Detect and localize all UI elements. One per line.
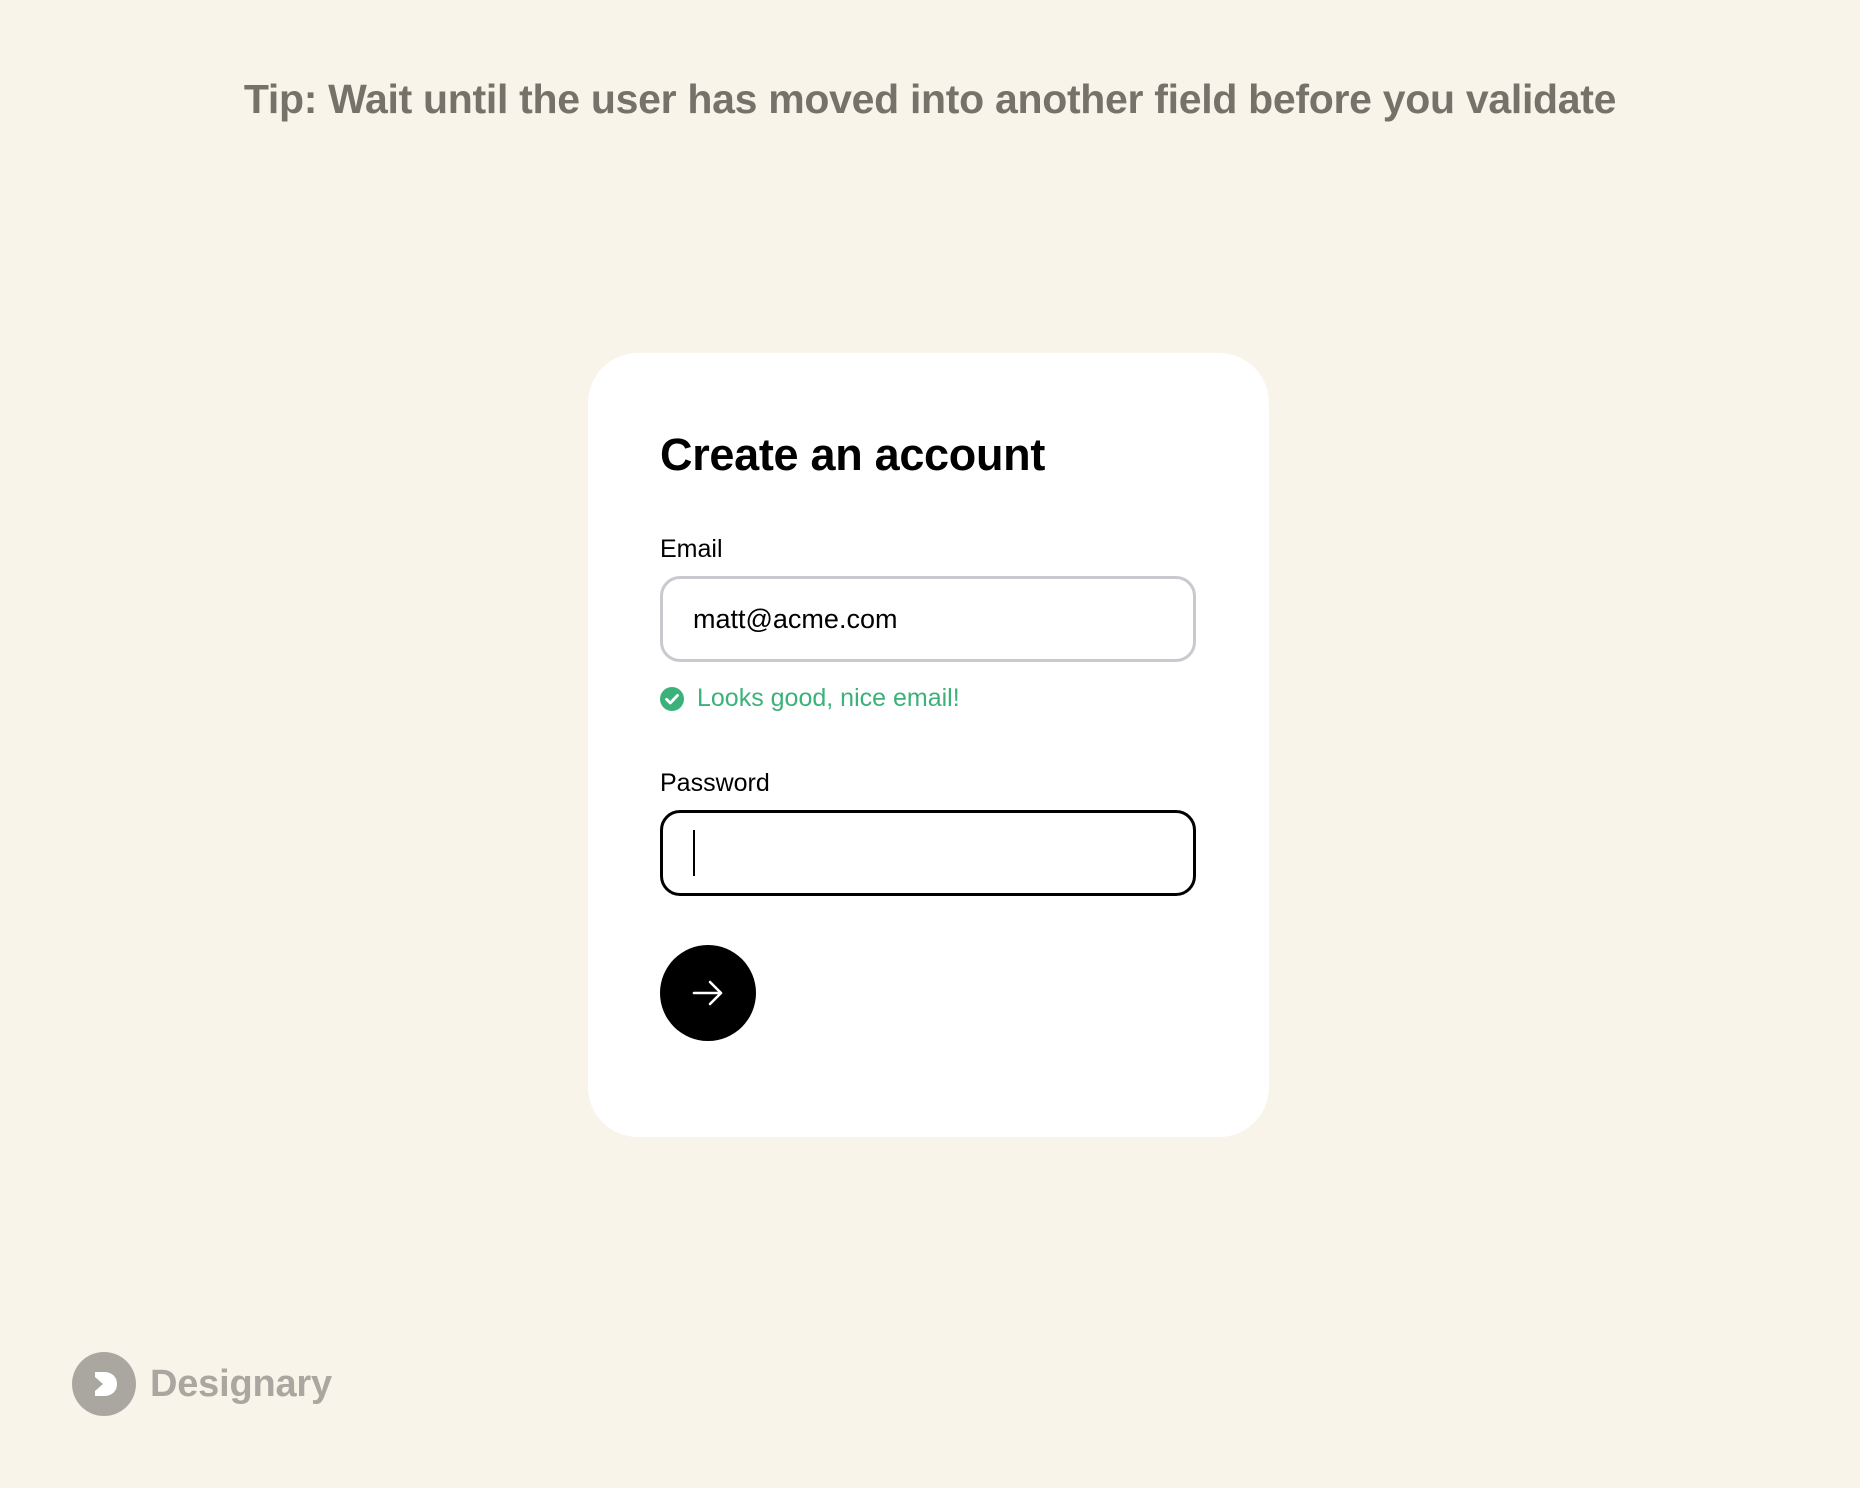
password-label: Password [660, 769, 770, 797]
create-account-card: Create an account Email matt@acme.com Lo… [588, 353, 1269, 1137]
arrow-right-icon [691, 976, 725, 1010]
validation-text: Looks good, nice email! [697, 684, 960, 712]
brand-name: Designary [150, 1362, 332, 1405]
email-value: matt@acme.com [693, 603, 898, 634]
email-validation-message: Looks good, nice email! [660, 684, 960, 713]
tip-heading: Tip: Wait until the user has moved into … [243, 76, 1617, 122]
email-field[interactable]: matt@acme.com [660, 576, 1196, 662]
designary-logo-icon [72, 1352, 136, 1416]
email-label: Email [660, 535, 723, 563]
check-circle-icon [660, 686, 684, 711]
brand: Designary [72, 1352, 332, 1416]
text-cursor [693, 830, 695, 876]
form-title: Create an account [660, 429, 1046, 480]
submit-button[interactable] [660, 945, 756, 1041]
password-field[interactable] [660, 810, 1196, 896]
